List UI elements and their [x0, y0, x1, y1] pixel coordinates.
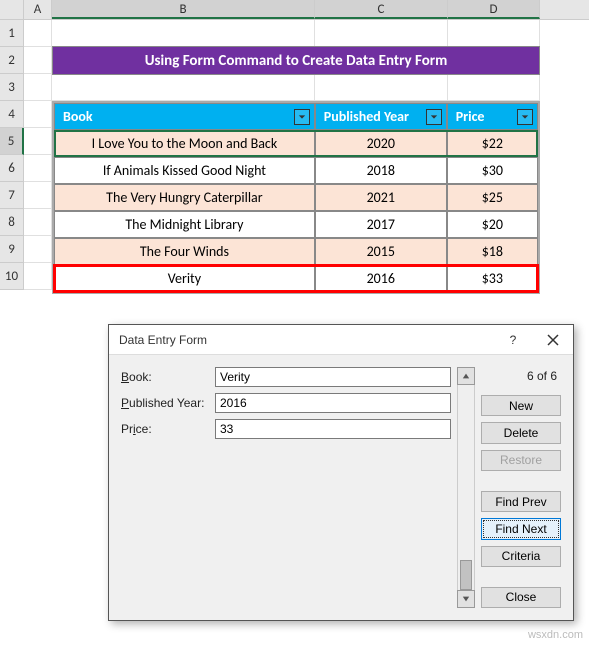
row-header-3[interactable]: 3 — [0, 74, 24, 101]
col-header-D[interactable]: D — [448, 0, 540, 19]
row-header-1[interactable]: 1 — [0, 20, 24, 47]
header-price-label: Price — [456, 108, 485, 125]
col-header-B[interactable]: B — [52, 0, 315, 19]
scroll-thumb[interactable] — [460, 560, 472, 590]
cell-year[interactable]: 2017 — [315, 211, 447, 238]
row-header-5[interactable]: 5 — [0, 128, 24, 155]
col-header-C[interactable]: C — [315, 0, 448, 19]
header-price[interactable]: Price — [447, 103, 538, 130]
price-label: Price: — [121, 422, 207, 436]
close-button[interactable]: Close — [481, 587, 561, 608]
row-header-7[interactable]: 7 — [0, 182, 24, 209]
row-header-6[interactable]: 6 — [0, 155, 24, 182]
data-table: Book Published Year Price I Love You to … — [52, 101, 540, 294]
year-label: Published Year: — [121, 396, 207, 410]
header-year-label: Published Year — [324, 108, 409, 125]
cell-year[interactable]: 2016 — [315, 265, 447, 292]
cell-book[interactable]: If Animals Kissed Good Night — [54, 157, 315, 184]
find-prev-button[interactable]: Find Prev — [481, 491, 561, 512]
new-button[interactable]: New — [481, 395, 561, 416]
price-input[interactable] — [215, 419, 451, 439]
scroll-track[interactable] — [457, 385, 475, 590]
dialog-titlebar[interactable]: Data Entry Form ? — [109, 325, 573, 355]
book-input[interactable] — [215, 367, 451, 387]
year-input[interactable] — [215, 393, 451, 413]
form-fields: Book: Published Year: Price: — [121, 367, 451, 608]
cell-book[interactable]: Verity — [54, 265, 315, 292]
scroll-down-icon[interactable] — [457, 590, 475, 608]
dialog-title: Data Entry Form — [119, 333, 493, 347]
header-year[interactable]: Published Year — [315, 103, 447, 130]
filter-dropdown-icon[interactable] — [426, 109, 442, 125]
restore-button: Restore — [481, 450, 561, 471]
dialog-buttons: 6 of 6 New Delete Restore Find Prev Find… — [481, 367, 561, 608]
cell-year[interactable]: 2020 — [315, 130, 447, 157]
help-button[interactable]: ? — [493, 325, 533, 355]
row-header-9[interactable]: 9 — [0, 236, 24, 263]
header-book-label: Book — [63, 108, 93, 125]
record-scrollbar[interactable] — [457, 367, 475, 608]
cell-price[interactable]: $20 — [447, 211, 538, 238]
find-next-button[interactable]: Find Next — [481, 518, 561, 539]
table-header-row: Book Published Year Price — [54, 103, 538, 130]
data-entry-form-dialog: Data Entry Form ? Book: Published Year: … — [108, 324, 574, 621]
table-row[interactable]: The Four Winds 2015 $18 — [54, 238, 538, 265]
cell-book[interactable]: The Very Hungry Caterpillar — [54, 184, 315, 211]
cell-price[interactable]: $18 — [447, 238, 538, 265]
row-header-2[interactable]: 2 — [0, 47, 24, 74]
cell-book[interactable]: The Four Winds — [54, 238, 315, 265]
delete-button[interactable]: Delete — [481, 422, 561, 443]
cell-book[interactable]: The Midnight Library — [54, 211, 315, 238]
table-row[interactable]: I Love You to the Moon and Back 2020 $22 — [54, 130, 538, 157]
table-row-highlighted[interactable]: Verity 2016 $33 — [54, 265, 538, 292]
close-icon[interactable] — [533, 325, 573, 355]
table-row[interactable]: The Very Hungry Caterpillar 2021 $25 — [54, 184, 538, 211]
col-header-A[interactable]: A — [24, 0, 52, 19]
cell-year[interactable]: 2015 — [315, 238, 447, 265]
row-header-10[interactable]: 10 — [0, 263, 24, 290]
cell-year[interactable]: 2018 — [315, 157, 447, 184]
filter-dropdown-icon[interactable] — [294, 109, 310, 125]
header-book[interactable]: Book — [54, 103, 315, 130]
table-row[interactable]: The Midnight Library 2017 $20 — [54, 211, 538, 238]
record-counter: 6 of 6 — [481, 367, 561, 389]
row-header-4[interactable]: 4 — [0, 101, 24, 128]
book-label: Book: — [121, 370, 207, 384]
cell-price[interactable]: $22 — [447, 130, 538, 157]
criteria-button[interactable]: Criteria — [481, 546, 561, 567]
cell-price[interactable]: $25 — [447, 184, 538, 211]
cell-year[interactable]: 2021 — [315, 184, 447, 211]
column-headers: A B C D — [0, 0, 589, 20]
cell-price[interactable]: $33 — [447, 265, 538, 292]
filter-dropdown-icon[interactable] — [517, 109, 533, 125]
scroll-up-icon[interactable] — [457, 367, 475, 385]
row-header-8[interactable]: 8 — [0, 209, 24, 236]
table-row[interactable]: If Animals Kissed Good Night 2018 $30 — [54, 157, 538, 184]
select-all-corner[interactable] — [0, 0, 24, 19]
page-title: Using Form Command to Create Data Entry … — [52, 46, 540, 75]
watermark: wsxdn.com — [528, 629, 583, 641]
cell-price[interactable]: $30 — [447, 157, 538, 184]
cell-book[interactable]: I Love You to the Moon and Back — [54, 130, 315, 157]
